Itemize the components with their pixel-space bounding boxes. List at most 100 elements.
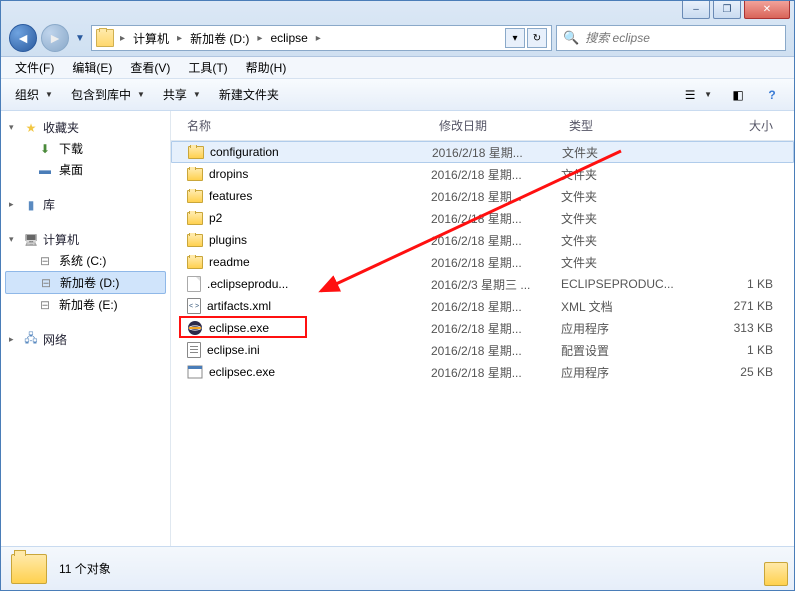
menu-bar: 文件(F) 编辑(E) 查看(V) 工具(T) 帮助(H) [1, 57, 794, 79]
file-row[interactable]: eclipsec.exe2016/2/18 星期...应用程序25 KB [171, 361, 794, 383]
file-type: 文件夹 [561, 188, 711, 205]
include-library-button[interactable]: 包含到库中▼ [65, 82, 151, 107]
chevron-down-icon: ▼ [193, 90, 201, 99]
network-header[interactable]: ▸🖧网络 [1, 329, 170, 350]
menu-help[interactable]: 帮助(H) [238, 57, 295, 78]
star-icon: ★ [23, 120, 39, 136]
file-list: configuration2016/2/18 星期...文件夹 dropins 20… [171, 141, 794, 546]
column-header-size[interactable]: 大小 [711, 115, 791, 136]
sidebar-item-drive-c[interactable]: ⊟系统 (C:) [1, 250, 170, 271]
computer-header[interactable]: ▾🖥计算机 [1, 229, 170, 250]
file-row[interactable]: .eclipseprodu...2016/2/3 星期三 ...ECLIPSEP… [171, 273, 794, 295]
chevron-right-icon[interactable]: ▸ [314, 33, 323, 44]
desktop-icon: ▬ [37, 162, 53, 178]
folder-icon [188, 146, 204, 159]
column-header-date[interactable]: 修改日期 [431, 115, 561, 136]
details-pane: 11 个对象 [1, 546, 794, 590]
help-button[interactable]: ? [758, 83, 786, 107]
maximize-button[interactable]: ❐ [713, 1, 741, 19]
view-options-button[interactable]: ☰▼ [676, 83, 718, 107]
expand-icon: ▸ [9, 199, 19, 210]
expand-icon: ▸ [9, 334, 19, 345]
nav-row: ◄ ► ▼ ▸ 计算机 ▸ 新加卷 (D:) ▸ eclipse ▸ ▾ ↻ 🔍 [9, 25, 786, 51]
address-bar[interactable]: ▸ 计算机 ▸ 新加卷 (D:) ▸ eclipse ▸ ▾ ↻ [91, 25, 552, 51]
exe-file-icon [187, 364, 203, 380]
content-pane[interactable]: 名称 修改日期 类型 大小 configuration2016/2/18 星期.… [171, 111, 794, 546]
file-row[interactable]: plugins2016/2/18 星期...文件夹 [171, 229, 794, 251]
chevron-right-icon[interactable]: ▸ [118, 33, 127, 44]
drive-icon: ⊟ [38, 275, 54, 291]
nav-forward-button[interactable]: ► [41, 24, 69, 52]
close-button[interactable]: ✕ [744, 1, 790, 19]
file-date: 2016/2/18 星期... [431, 298, 561, 315]
file-row[interactable]: readme2016/2/18 星期...文件夹 [171, 251, 794, 273]
organize-button[interactable]: 组织▼ [9, 82, 59, 107]
file-row[interactable]: features2016/2/18 星期...文件夹 [171, 185, 794, 207]
sidebar-item-drive-e[interactable]: ⊟新加卷 (E:) [1, 294, 170, 315]
address-dropdown-button[interactable]: ▾ [505, 28, 525, 48]
menu-view[interactable]: 查看(V) [122, 57, 178, 78]
file-row[interactable]: p22016/2/18 星期...文件夹 [171, 207, 794, 229]
folder-icon [96, 29, 114, 47]
download-icon: ⬇ [37, 141, 53, 157]
preview-pane-button[interactable]: ◧ [724, 83, 752, 107]
file-row[interactable]: eclipse.ini 2016/2/18 星期...配置设置1 KB [171, 339, 794, 361]
minimize-button[interactable]: – [682, 1, 710, 19]
search-input[interactable] [585, 31, 779, 45]
sidebar-item-downloads[interactable]: ⬇下载 [1, 138, 170, 159]
menu-tools[interactable]: 工具(T) [180, 57, 235, 78]
folder-icon [187, 256, 203, 269]
favorites-header[interactable]: ▾★收藏夹 [1, 117, 170, 138]
nav-pane[interactable]: ▾★收藏夹 ⬇下载 ▬桌面 ▸▮库 ▾🖥计算机 ⊟系统 (C:) ⊟新加卷 (D… [1, 111, 171, 546]
file-name: artifacts.xml [207, 299, 271, 313]
file-name: p2 [209, 211, 222, 225]
file-date: 2016/2/3 星期三 ... [431, 276, 561, 293]
sidebar-item-desktop[interactable]: ▬桌面 [1, 159, 170, 180]
drive-icon: ⊟ [37, 297, 53, 313]
file-row[interactable]: dropins2016/2/18 星期...文件夹 [171, 163, 794, 185]
file-date: 2016/2/18 星期... [431, 342, 561, 359]
xml-file-icon: < > [187, 298, 201, 314]
file-row[interactable]: eclipse.exe2016/2/18 星期...应用程序313 KB [171, 317, 794, 339]
file-type: 配置设置 [561, 342, 711, 359]
file-row[interactable]: configuration2016/2/18 星期...文件夹 [171, 141, 794, 163]
menu-file[interactable]: 文件(F) [7, 57, 62, 78]
titlebar-area: – ❐ ✕ ◄ ► ▼ ▸ 计算机 ▸ 新加卷 (D:) ▸ eclipse ▸… [1, 1, 794, 57]
breadcrumb-computer[interactable]: 计算机 [129, 30, 173, 47]
search-box[interactable]: 🔍 [556, 25, 786, 51]
file-size: 1 KB [711, 277, 791, 291]
new-folder-button[interactable]: 新建文件夹 [213, 82, 285, 107]
file-type: 文件夹 [561, 232, 711, 249]
file-size: 1 KB [711, 343, 791, 357]
file-row[interactable]: < > artifacts.xml 2016/2/18 星期...XML 文档271… [171, 295, 794, 317]
folder-icon [11, 554, 47, 584]
breadcrumb-eclipse[interactable]: eclipse [266, 31, 311, 45]
menu-edit[interactable]: 编辑(E) [64, 57, 120, 78]
main-area: ▾★收藏夹 ⬇下载 ▬桌面 ▸▮库 ▾🖥计算机 ⊟系统 (C:) ⊟新加卷 (D… [1, 111, 794, 546]
file-name: dropins [209, 167, 248, 181]
file-size: 271 KB [711, 299, 791, 313]
nav-back-button[interactable]: ◄ [9, 24, 37, 52]
file-type: 文件夹 [561, 254, 711, 271]
file-date: 2016/2/18 星期... [431, 232, 561, 249]
chevron-right-icon[interactable]: ▸ [175, 33, 184, 44]
preview-icon: ◧ [730, 87, 746, 103]
file-size: 313 KB [711, 321, 791, 335]
sidebar-item-drive-d[interactable]: ⊟新加卷 (D:) [5, 271, 166, 294]
file-type: XML 文档 [561, 298, 711, 315]
nav-history-dropdown[interactable]: ▼ [73, 25, 87, 51]
chevron-down-icon: ▼ [45, 90, 53, 99]
column-header-name[interactable]: 名称 [171, 115, 431, 136]
file-date: 2016/2/18 星期... [431, 364, 561, 381]
column-header-type[interactable]: 类型 [561, 115, 711, 136]
refresh-button[interactable]: ↻ [527, 28, 547, 48]
ini-file-icon [187, 342, 201, 358]
libraries-header[interactable]: ▸▮库 [1, 194, 170, 215]
file-name: eclipse.ini [207, 343, 260, 357]
file-name: .eclipseprodu... [207, 277, 288, 291]
file-date: 2016/2/18 星期... [431, 166, 561, 183]
chevron-right-icon[interactable]: ▸ [255, 33, 264, 44]
breadcrumb-drive[interactable]: 新加卷 (D:) [186, 30, 253, 47]
window-controls: – ❐ ✕ [682, 1, 790, 19]
share-button[interactable]: 共享▼ [157, 82, 207, 107]
